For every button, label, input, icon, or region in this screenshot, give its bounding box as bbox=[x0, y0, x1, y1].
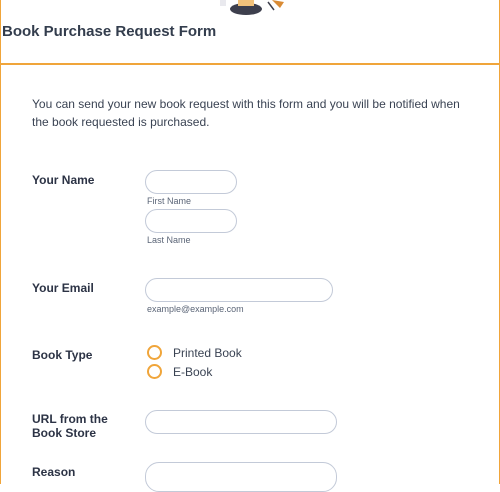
radio-e-book-label[interactable]: E-Book bbox=[173, 365, 212, 379]
header-illustration bbox=[220, 0, 284, 15]
book-type-label: Book Type bbox=[32, 348, 93, 362]
radio-printed-book[interactable] bbox=[147, 345, 162, 360]
form-title: Book Purchase Request Form bbox=[2, 23, 217, 40]
email-label: Your Email bbox=[32, 281, 94, 295]
first-name-input[interactable] bbox=[145, 170, 237, 194]
email-sublabel: example@example.com bbox=[147, 304, 244, 314]
reason-label: Reason bbox=[32, 465, 76, 479]
url-input[interactable] bbox=[145, 410, 337, 434]
radio-e-book[interactable] bbox=[147, 364, 162, 379]
last-name-sublabel: Last Name bbox=[147, 235, 191, 245]
reason-textarea[interactable] bbox=[145, 462, 337, 492]
frame-left-border bbox=[0, 0, 1, 484]
header-divider bbox=[0, 63, 500, 65]
radio-printed-book-label[interactable]: Printed Book bbox=[173, 346, 242, 360]
name-label: Your Name bbox=[32, 173, 95, 187]
form-intro-text: You can send your new book request with … bbox=[32, 97, 460, 129]
last-name-input[interactable] bbox=[145, 209, 237, 233]
email-input[interactable] bbox=[145, 278, 333, 302]
url-label: URL from the Book Store bbox=[32, 412, 108, 440]
first-name-sublabel: First Name bbox=[147, 196, 192, 206]
